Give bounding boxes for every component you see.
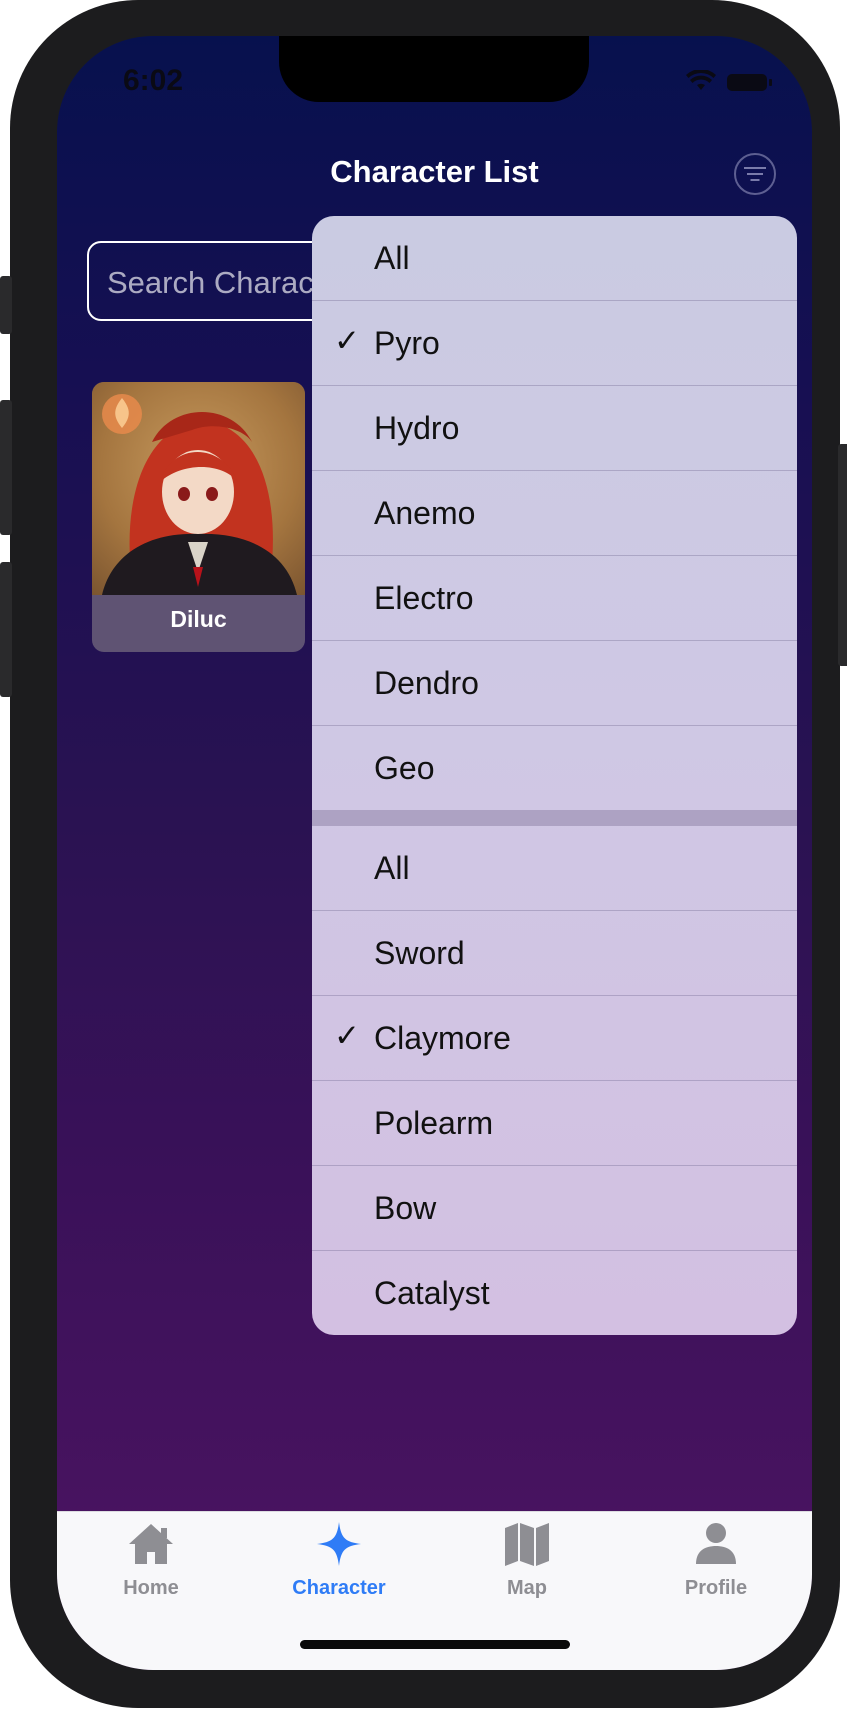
page-title: Character List [330, 154, 539, 189]
menu-section-divider [312, 810, 797, 826]
notch [279, 36, 589, 102]
menu-item-label: Polearm [374, 1104, 494, 1141]
menu-item-element-hydro[interactable]: Hydro [312, 386, 797, 471]
menu-item-weapon-polearm[interactable]: Polearm [312, 1081, 797, 1166]
tab-home[interactable]: Home [57, 1520, 245, 1600]
menu-item-weapon-all[interactable]: All [312, 826, 797, 911]
home-indicator [300, 1640, 570, 1649]
menu-item-element-pyro[interactable]: ✓ Pyro [312, 301, 797, 386]
tab-home-label: Home [123, 1577, 179, 1599]
menu-item-label: Geo [374, 749, 435, 786]
house-icon [129, 1524, 173, 1564]
person-icon [696, 1523, 736, 1564]
tab-character-label: Character [292, 1577, 386, 1599]
filter-icon[interactable] [734, 153, 776, 195]
app-screen: 6:02 Character List Search Characters Di… [57, 36, 812, 1670]
menu-item-label: All [374, 849, 410, 886]
volume-down-button [0, 562, 12, 697]
filter-dropdown-menu: All ✓ Pyro Hydro Anemo Electro Dendro Geo All Sw… [312, 216, 797, 1335]
menu-item-label: Claymore [374, 1019, 511, 1056]
menu-item-label: All [374, 239, 410, 276]
tab-profile-label: Profile [684, 1577, 748, 1599]
power-button [838, 444, 847, 666]
status-time: 6:02 [123, 64, 184, 97]
menu-item-element-anemo[interactable]: Anemo [312, 471, 797, 556]
menu-item-label: Electro [374, 579, 474, 616]
menu-item-label: Dendro [374, 664, 479, 701]
menu-item-label: Hydro [374, 409, 460, 446]
menu-item-label: Anemo [374, 494, 476, 531]
menu-item-label: Sword [374, 934, 465, 971]
checkmark-icon: ✓ [334, 1018, 360, 1053]
character-card-diluc[interactable]: Diluc [92, 382, 305, 652]
menu-item-weapon-catalyst[interactable]: Catalyst [312, 1251, 797, 1335]
tab-map-label: Map [507, 1577, 547, 1599]
tab-profile[interactable]: Profile [622, 1520, 810, 1600]
menu-item-element-geo[interactable]: Geo [312, 726, 797, 810]
menu-item-element-electro[interactable]: Electro [312, 556, 797, 641]
status-icons [685, 69, 785, 99]
tab-map[interactable]: Map [433, 1520, 621, 1600]
character-portrait [92, 382, 305, 595]
menu-item-label: Pyro [374, 324, 440, 361]
menu-item-weapon-claymore[interactable]: ✓ Claymore [312, 996, 797, 1081]
mute-switch [0, 276, 12, 334]
character-name: Diluc [170, 606, 227, 632]
menu-item-label: Catalyst [374, 1274, 490, 1311]
menu-item-element-dendro[interactable]: Dendro [312, 641, 797, 726]
map-icon [505, 1523, 549, 1566]
phone-frame: 6:02 Character List Search Characters Di… [0, 0, 847, 1708]
sparkle-icon [317, 1522, 361, 1566]
wifi-battery-icon [686, 69, 772, 91]
tab-character[interactable]: Character [245, 1520, 433, 1600]
menu-item-label: Bow [374, 1189, 437, 1226]
menu-item-weapon-sword[interactable]: Sword [312, 911, 797, 996]
menu-item-weapon-bow[interactable]: Bow [312, 1166, 797, 1251]
menu-item-element-all[interactable]: All [312, 216, 797, 301]
volume-up-button [0, 400, 12, 535]
checkmark-icon: ✓ [334, 323, 360, 358]
